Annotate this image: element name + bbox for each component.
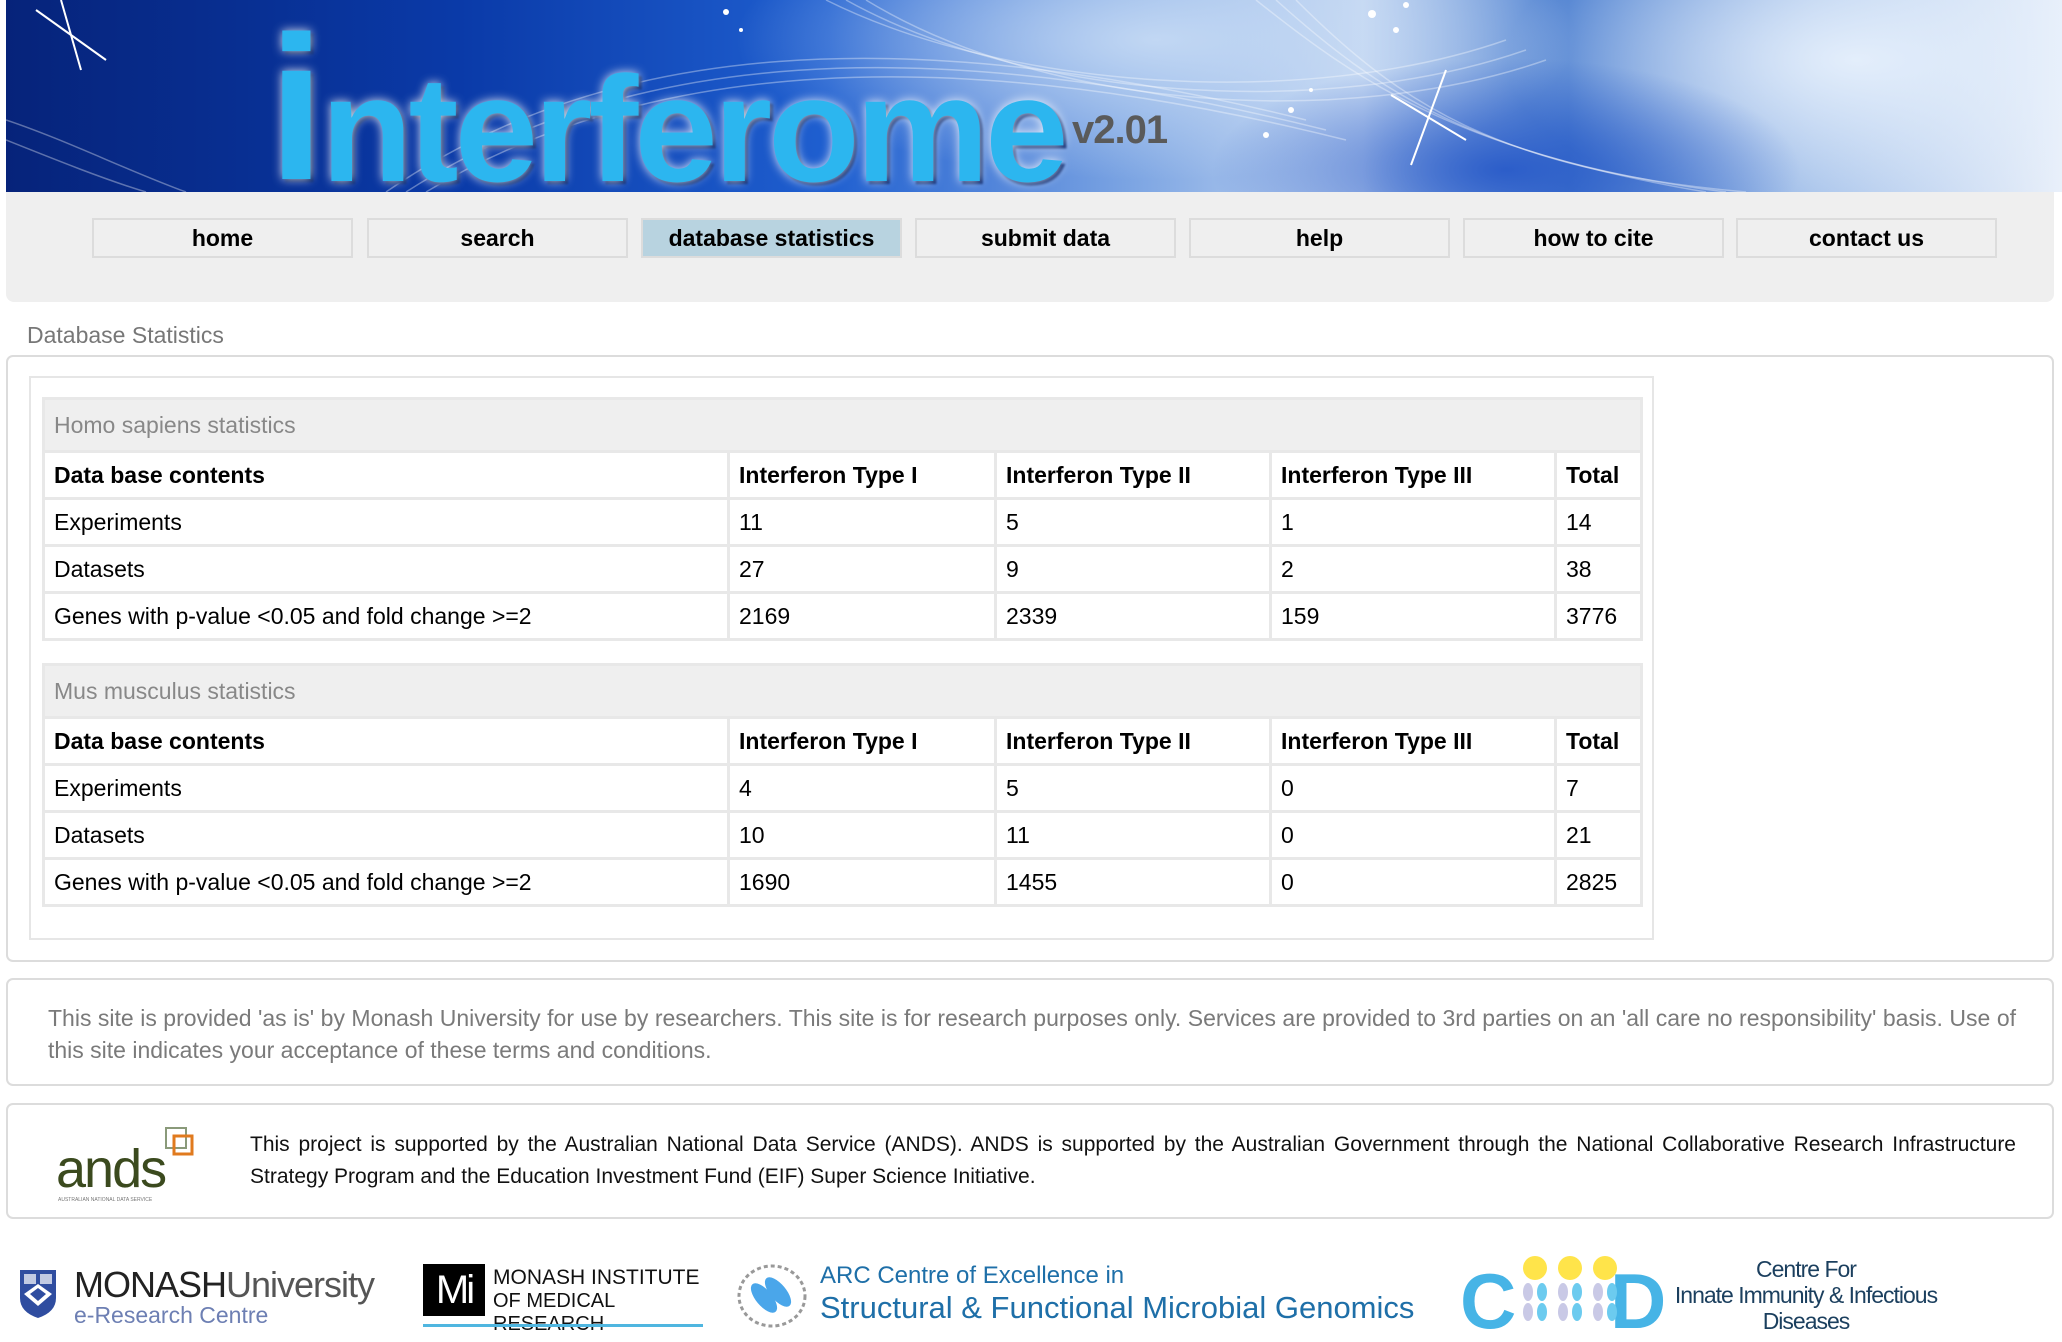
table-title-row: Homo sapiens statistics [42,397,1643,453]
column-header: Interferon Type II [994,450,1272,500]
nav-database-statistics[interactable]: database statistics [641,218,902,258]
cell: 5 [994,763,1272,813]
column-header: Interferon Type I [727,716,997,766]
cell: 0 [1269,857,1557,907]
row-label: Experiments [42,763,730,813]
cell: 0 [1269,763,1557,813]
ands-logo-text: ands [56,1139,166,1199]
page-title: Database Statistics [27,322,224,348]
ands-logo[interactable]: ands AUSTRALIAN NATIONAL DATA SERVICE [54,1125,204,1205]
cell-total: 14 [1554,497,1643,547]
column-header: Total [1554,716,1643,766]
cell-total: 3776 [1554,591,1643,641]
cell: 1455 [994,857,1272,907]
partner-logos: MONASHUniversity e-Research Centre Mi MO… [0,1240,2062,1340]
column-header: Interferon Type II [994,716,1272,766]
ciiid-text: Centre For Innate Immunity & Infectious … [1672,1256,1940,1334]
column-header: Total [1554,450,1643,500]
svg-text:D: D [1610,1257,1666,1334]
disclaimer-box: This site is provided 'as is' by Monash … [6,978,2054,1086]
mimr-underline [423,1324,703,1327]
site-logo[interactable]: interferome [268,6,1069,192]
table-row: Experiments 4 5 0 7 [42,763,1643,813]
cell: 5 [994,497,1272,547]
ciiid-logo[interactable]: C D Centre For Innate Immunity & Infecti… [1460,1250,1940,1340]
arc-centre-logo[interactable]: ARC Centre of Excellence in Structural &… [734,1256,1424,1336]
ciiid-mark-icon: C D [1460,1256,1666,1334]
cell: 2169 [727,591,997,641]
arc-line2: Structural & Functional Microbial Genomi… [820,1290,1415,1325]
column-header: Interferon Type III [1269,716,1557,766]
arc-dna-emblem-icon [737,1264,807,1328]
cell-total: 7 [1554,763,1643,813]
table-row: Datasets 10 11 0 21 [42,810,1643,860]
column-header: Data base contents [42,450,730,500]
row-label: Genes with p-value <0.05 and fold change… [42,857,730,907]
table-title: Homo sapiens statistics [42,397,1643,453]
row-label: Datasets [42,810,730,860]
monash-crest-icon [20,1270,56,1318]
nav-home[interactable]: home [92,218,353,258]
cell: 1690 [727,857,997,907]
ands-logo-subtext: AUSTRALIAN NATIONAL DATA SERVICE [58,1197,153,1203]
table-header-row: Data base contents Interferon Type I Int… [42,450,1643,500]
cell-total: 21 [1554,810,1643,860]
mimr-mark: Mi [423,1264,485,1316]
table-title-row: Mus musculus statistics [42,663,1643,719]
nav-how-to-cite[interactable]: how to cite [1463,218,1724,258]
nav-submit-data[interactable]: submit data [915,218,1176,258]
cell: 2339 [994,591,1272,641]
ciiid-line3: Diseases [1762,1308,1851,1334]
mus-musculus-table: Mus musculus statistics Data base conten… [42,663,1643,907]
svg-text:C: C [1460,1257,1516,1334]
table-row: Genes with p-value <0.05 and fold change… [42,591,1643,641]
monash-subtitle: e-Research Centre [74,1302,269,1328]
cell-total: 38 [1554,544,1643,594]
table-row: Experiments 11 5 1 14 [42,497,1643,547]
stats-container: Homo sapiens statistics Data base conten… [6,355,2054,962]
ands-box: ands AUSTRALIAN NATIONAL DATA SERVICE Th… [6,1103,2054,1219]
monash-university-logo[interactable]: MONASHUniversity e-Research Centre [16,1264,386,1328]
header-banner: interferome v2.01 [6,0,2062,192]
stats-panel: Homo sapiens statistics Data base conten… [29,376,1654,940]
nav-contact-us[interactable]: contact us [1736,218,1997,258]
table-title: Mus musculus statistics [42,663,1643,719]
mimr-line1: MONASH INSTITUTE [493,1266,700,1289]
cell: 10 [727,810,997,860]
main-nav: home search database statistics submit d… [6,192,2054,302]
cell: 11 [727,497,997,547]
monash-university-word: University [226,1264,375,1305]
row-label: Datasets [42,544,730,594]
cell: 4 [727,763,997,813]
row-label: Genes with p-value <0.05 and fold change… [42,591,730,641]
mimr-line2: OF MEDICAL RESEARCH [493,1290,615,1335]
disclaimer-text: This site is provided 'as is' by Monash … [48,1005,2016,1063]
cell: 9 [994,544,1272,594]
homo-sapiens-table: Homo sapiens statistics Data base conten… [42,397,1643,641]
column-header: Interferon Type III [1269,450,1557,500]
column-header: Data base contents [42,716,730,766]
ands-support-text: This project is supported by the Austral… [250,1133,2016,1188]
version-label: v2.01 [1072,108,1168,152]
table-header-row: Data base contents Interferon Type I Int… [42,716,1643,766]
ciiid-line2: Innate Immunity & Infectious [1674,1282,1938,1308]
cell: 27 [727,544,997,594]
row-label: Experiments [42,497,730,547]
cell: 1 [1269,497,1557,547]
table-row: Datasets 27 9 2 38 [42,544,1643,594]
cell: 11 [994,810,1272,860]
cell-total: 2825 [1554,857,1643,907]
nav-help[interactable]: help [1189,218,1450,258]
column-header: Interferon Type I [727,450,997,500]
ciiid-line1: Centre For [1756,1256,1857,1282]
monash-name: MONASH [74,1264,227,1305]
table-row: Genes with p-value <0.05 and fold change… [42,857,1643,907]
mimr-logo[interactable]: Mi MONASH INSTITUTE OF MEDICAL RESEARCH [423,1264,703,1335]
cell: 159 [1269,591,1557,641]
nav-search[interactable]: search [367,218,628,258]
cell: 2 [1269,544,1557,594]
cell: 0 [1269,810,1557,860]
arc-line1: ARC Centre of Excellence in [820,1262,1125,1289]
